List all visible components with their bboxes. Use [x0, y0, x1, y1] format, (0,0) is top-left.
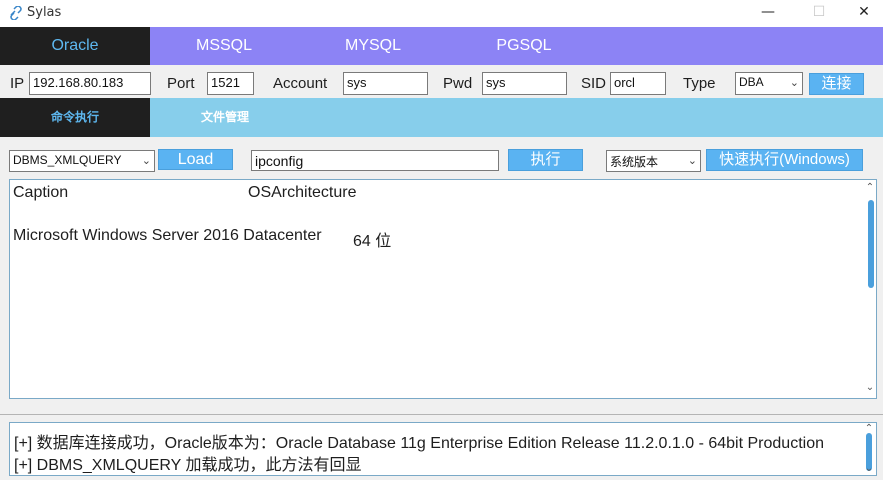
- execute-button[interactable]: 执行: [508, 149, 583, 171]
- window-title: Sylas: [27, 5, 62, 20]
- method-select-value: DBMS_XMLQUERY: [13, 153, 122, 167]
- command-input[interactable]: ipconfig: [251, 150, 499, 171]
- tab-mysql[interactable]: MYSQL: [298, 27, 448, 65]
- preset-select[interactable]: 系统版本 ⌄: [606, 150, 701, 172]
- log-line: [+] 数据库连接成功，Oracle版本为：Oracle Database 11…: [14, 435, 824, 452]
- pwd-input[interactable]: sys: [482, 72, 567, 95]
- title-bar: Sylas — ☐ ✕: [0, 0, 883, 27]
- sid-input[interactable]: orcl: [610, 72, 666, 95]
- minimize-button[interactable]: —: [745, 0, 791, 27]
- sid-label: SID: [581, 75, 607, 92]
- scroll-up-icon[interactable]: ⌃: [864, 182, 876, 193]
- tab-pgsql[interactable]: PGSQL: [448, 27, 600, 65]
- panel-divider: [0, 414, 883, 415]
- log-line: [+] DBMS_XMLQUERY 加载成功，此方法有回显: [14, 457, 362, 474]
- output-header-caption: Caption: [13, 184, 69, 201]
- command-output-area[interactable]: Caption OSArchitecture Microsoft Windows…: [9, 179, 877, 399]
- tab-oracle[interactable]: Oracle: [0, 27, 150, 65]
- ip-label: IP: [10, 75, 25, 92]
- chevron-down-icon: ⌄: [141, 155, 151, 167]
- maximize-button[interactable]: ☐: [796, 0, 842, 27]
- type-select[interactable]: DBA ⌄: [735, 72, 803, 95]
- tab-mssql[interactable]: MSSQL: [150, 27, 298, 65]
- tab-file-management[interactable]: 文件管理: [150, 98, 300, 137]
- quick-execute-button[interactable]: 快速执行(Windows): [706, 149, 863, 171]
- output-header-architecture: OSArchitecture: [248, 184, 357, 201]
- preset-select-value: 系统版本: [610, 155, 659, 169]
- port-input[interactable]: 1521: [207, 72, 254, 95]
- connection-bar: IP 192.168.80.183 Port 1521 Account sys …: [0, 67, 883, 98]
- output-scrollbar-thumb[interactable]: [868, 200, 874, 288]
- log-area[interactable]: [+] 数据库连接成功，Oracle版本为：Oracle Database 11…: [9, 422, 877, 476]
- log-scrollbar[interactable]: ⌃ ⌄: [862, 423, 876, 475]
- chevron-down-icon: ⌄: [687, 155, 697, 167]
- link-icon: [8, 5, 24, 21]
- type-select-value: DBA: [739, 75, 764, 89]
- scroll-down-icon[interactable]: ⌄: [863, 463, 875, 474]
- ip-input[interactable]: 192.168.80.183: [29, 72, 151, 95]
- connect-button[interactable]: 连接: [809, 73, 864, 95]
- load-button[interactable]: Load: [158, 149, 233, 170]
- account-input[interactable]: sys: [343, 72, 428, 95]
- close-button[interactable]: ✕: [841, 0, 883, 27]
- pwd-label: Pwd: [443, 75, 473, 92]
- chevron-down-icon: ⌄: [789, 77, 799, 89]
- method-select[interactable]: DBMS_XMLQUERY ⌄: [9, 150, 155, 172]
- database-tab-bar: Oracle MSSQL MYSQL PGSQL: [0, 27, 883, 65]
- account-label: Account: [273, 75, 328, 92]
- tab-command-execution[interactable]: 命令执行: [0, 98, 150, 137]
- output-row-caption: Microsoft Windows Server 2016 Datacenter: [13, 227, 322, 244]
- output-row-architecture: 64 位: [353, 233, 392, 250]
- function-tab-bar: 命令执行 文件管理: [0, 98, 883, 137]
- scroll-down-icon[interactable]: ⌄: [864, 382, 876, 393]
- type-label: Type: [683, 75, 716, 92]
- port-label: Port: [167, 75, 195, 92]
